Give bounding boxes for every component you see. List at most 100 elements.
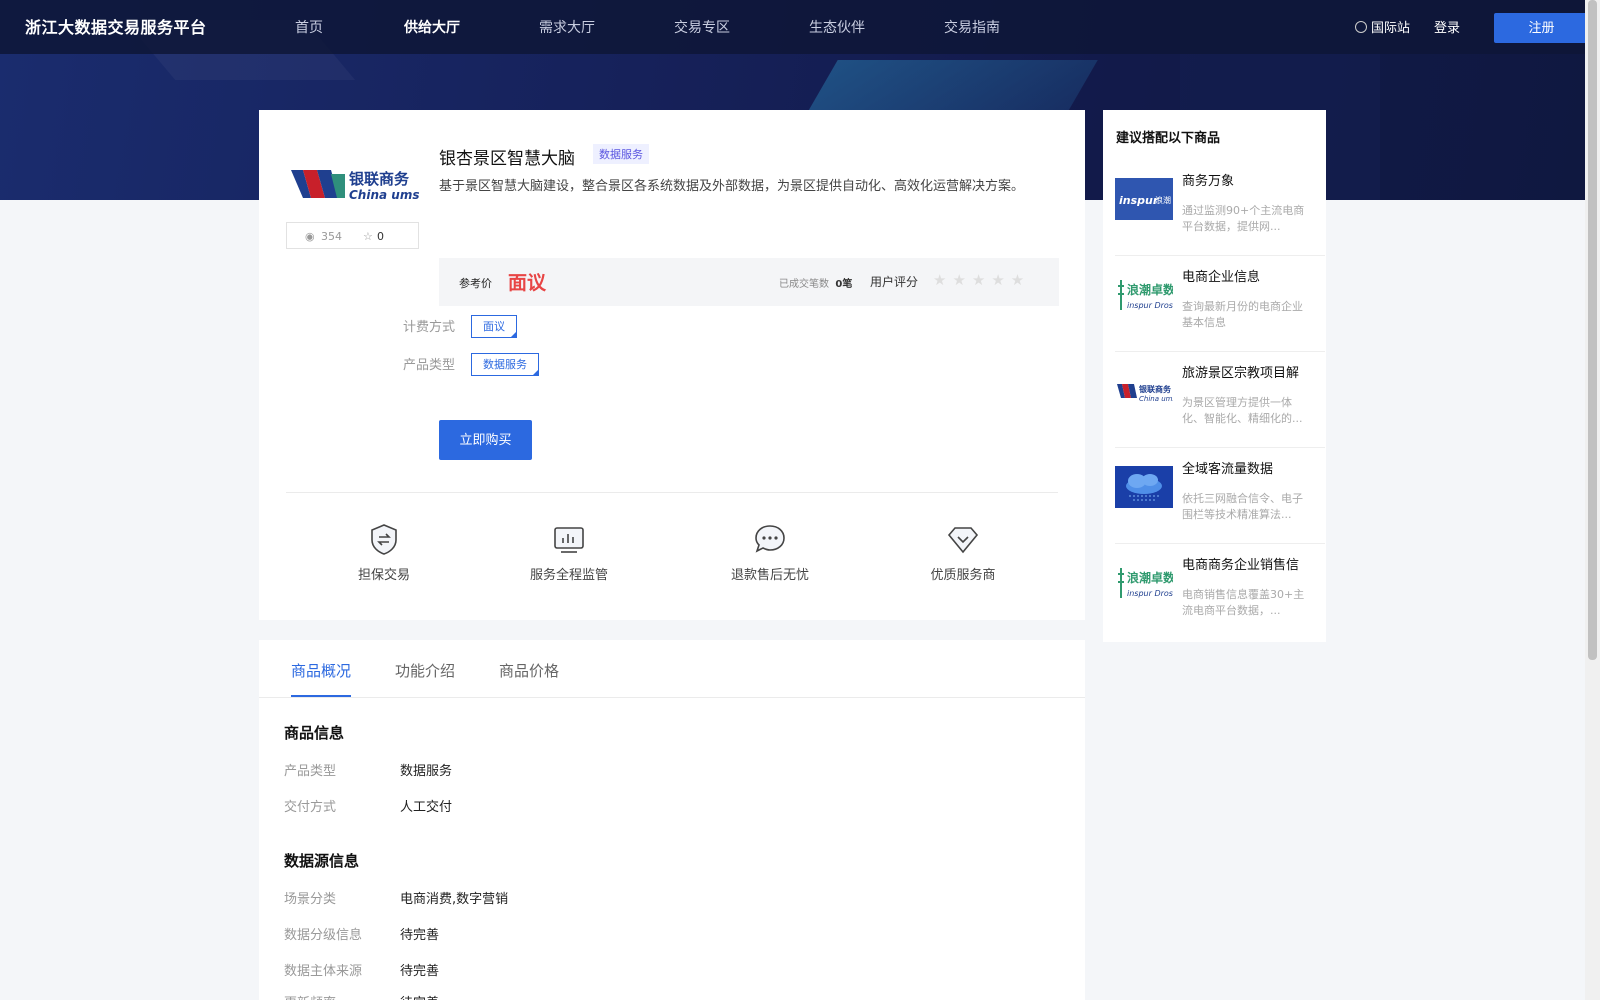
info-label: 场景分类: [284, 892, 337, 907]
logo-subtext: China ums: [349, 188, 419, 202]
recommendation-desc: 通过监测90+个主流电商平台数据，提供网...: [1182, 204, 1305, 233]
price-panel: 参考价 面议 已成交笔数 0笔 用户评分 ★★★★★: [439, 258, 1059, 306]
info-label: 交付方式: [284, 800, 337, 815]
chat-bubble-icon: [753, 522, 787, 556]
chinaums-logo: 银联商务 China ums: [289, 150, 424, 220]
type-label: 产品类型: [403, 358, 456, 373]
register-button[interactable]: 注册: [1494, 13, 1589, 43]
rating-label: 用户评分: [870, 275, 919, 289]
section-data-source: 数据源信息: [284, 852, 360, 870]
svg-text:浪潮卓数: 浪潮卓数: [1127, 570, 1173, 585]
feature-label: 退款售后无忧: [730, 568, 809, 583]
recommendation-item[interactable]: 全域客流量数据 依托三网融合信令、电子围栏等技术精准算法...: [1115, 448, 1325, 544]
svg-text:inspur: inspur: [1119, 194, 1159, 207]
nav-item-partners[interactable]: 生态伙伴: [809, 17, 865, 37]
recommendation-item[interactable]: 银联商务 China ums 旅游景区宗教项目解 为景区管理方提供一体化、智能化、…: [1115, 352, 1325, 448]
info-value: 待完善: [400, 992, 439, 1000]
rating-stars: ★★★★★: [933, 271, 1031, 289]
recommendations-panel: 建议搭配以下商品 inspur 浪潮 商务万象 通过监测90+个主流电商平台数据，…: [1103, 110, 1326, 642]
recommendation-desc: 为景区管理方提供一体化、智能化、精细化的...: [1182, 396, 1303, 425]
recommendation-item[interactable]: inspur 浪潮 商务万象 通过监测90+个主流电商平台数据，提供网...: [1115, 160, 1325, 256]
inspur-droso-logo: 浪潮卓数 inspur Droso: [1115, 562, 1178, 604]
scrollbar-thumb[interactable]: [1588, 0, 1597, 660]
svg-text:China ums: China ums: [1139, 395, 1173, 403]
recommendation-name: 旅游景区宗教项目解: [1182, 366, 1300, 381]
tab-features[interactable]: 功能介绍: [395, 660, 455, 695]
star-outline-icon: ☆: [363, 230, 373, 243]
info-value: 人工交付: [400, 800, 453, 815]
top-nav: 浙江大数据交易服务平台 首页 供给大厅 需求大厅 交易专区 生态伙伴 交易指南 …: [0, 0, 1589, 54]
chinaums-logo: 银联商务 China ums: [1115, 370, 1176, 412]
info-label: 更新频率: [284, 992, 336, 1000]
buy-now-button[interactable]: 立即购买: [439, 420, 532, 460]
info-label: 数据分级信息: [284, 928, 363, 943]
product-stats: ◉ 354 ☆ 0: [286, 222, 419, 249]
recommendations-title: 建议搭配以下商品: [1116, 131, 1221, 146]
info-value: 待完善: [400, 928, 440, 943]
svg-text:inspur Droso: inspur Droso: [1127, 589, 1173, 598]
nav-item-guide[interactable]: 交易指南: [944, 17, 1000, 37]
billing-label: 计费方式: [403, 320, 456, 335]
nav-item-trade-zone[interactable]: 交易专区: [674, 17, 730, 37]
recommendation-desc: 依托三网融合信令、电子围栏等技术精准算法...: [1182, 492, 1303, 521]
svg-text:浪潮: 浪潮: [1155, 195, 1171, 205]
recommendation-name: 电商商务企业销售信: [1182, 558, 1300, 573]
info-value: 电商消费,数字营销: [400, 892, 509, 907]
recommendation-item[interactable]: 浪潮卓数 inspur Droso 电商企业信息 查询最新月份的电商企业基本信息: [1115, 256, 1325, 352]
intl-label: 国际站: [1371, 21, 1411, 36]
feature-label: 担保交易: [357, 568, 410, 583]
nav-item-home[interactable]: 首页: [295, 17, 323, 37]
info-value: 待完善: [400, 964, 440, 979]
feature-escrow: 担保交易: [347, 522, 421, 583]
price-label: 参考价: [459, 277, 492, 290]
product-card: 银联商务 China ums ◉ 354 ☆ 0 银杏景区智慧大脑 数据服务 基…: [259, 110, 1085, 620]
deal-count: 已成交笔数 0笔: [779, 275, 852, 290]
feature-supervision: 服务全程监管: [524, 522, 614, 583]
nav-item-supply[interactable]: 供给大厅: [404, 17, 460, 37]
feature-label: 优质服务商: [930, 568, 996, 583]
tab-divider: [259, 697, 1085, 698]
deals-label: 已成交笔数: [779, 279, 829, 290]
site-logo[interactable]: 浙江大数据交易服务平台: [25, 14, 207, 38]
recommendation-name: 电商企业信息: [1182, 270, 1261, 285]
feature-quality-provider: 优质服务商: [926, 522, 1000, 583]
shield-exchange-icon: [367, 522, 401, 556]
favorite-count: 0: [377, 230, 384, 243]
divider: [286, 492, 1058, 493]
inspur-droso-logo: 浪潮卓数 inspur Droso: [1115, 274, 1178, 316]
tab-pricing[interactable]: 商品价格: [499, 660, 559, 695]
recommendation-item[interactable]: 浪潮卓数 inspur Droso 电商商务企业销售信 电商销售信息覆盖30+主流…: [1115, 544, 1325, 640]
inspur-logo: inspur 浪潮: [1115, 178, 1173, 220]
svg-text:inspur Droso: inspur Droso: [1127, 301, 1173, 310]
info-value: 数据服务: [400, 764, 453, 779]
svg-text:浪潮卓数: 浪潮卓数: [1127, 282, 1173, 297]
page-scrollbar[interactable]: [1585, 0, 1600, 1000]
svg-text:银联商务: 银联商务: [1138, 384, 1172, 394]
logo-text: 银联商务: [349, 170, 410, 188]
intl-site-link[interactable]: 国际站: [1355, 17, 1410, 36]
type-option[interactable]: 数据服务: [471, 353, 539, 376]
recommendation-desc: 查询最新月份的电商企业基本信息: [1182, 300, 1303, 329]
tab-overview[interactable]: 商品概况: [291, 660, 352, 697]
monitor-chart-icon: [552, 522, 586, 556]
billing-option[interactable]: 面议: [471, 315, 517, 338]
product-category-tag: 数据服务: [593, 144, 649, 164]
feature-label: 服务全程监管: [529, 568, 608, 583]
view-count: 354: [321, 230, 342, 243]
recommendation-name: 全域客流量数据: [1182, 462, 1274, 477]
section-product-info: 商品信息: [284, 724, 345, 742]
deals-value: 0笔: [835, 279, 853, 290]
product-title: 银杏景区智慧大脑: [439, 149, 575, 169]
product-details: 商品概况 功能介绍 商品价格 商品信息 产品类型 数据服务 交付方式 人工交付 …: [259, 640, 1085, 1000]
product-description: 基于景区智慧大脑建设，整合景区各系统数据及外部数据，为景区提供自动化、高效化运营…: [439, 179, 1025, 194]
feature-refund: 退款售后无忧: [725, 522, 815, 583]
price-value: 面议: [508, 272, 547, 294]
info-label: 数据主体来源: [284, 964, 363, 979]
recommendation-name: 商务万象: [1182, 174, 1235, 189]
recommendation-desc: 电商销售信息覆盖30+主流电商平台数据，...: [1182, 588, 1305, 617]
globe-icon: [1355, 21, 1367, 33]
nav-item-demand[interactable]: 需求大厅: [539, 17, 595, 37]
eye-icon: ◉: [305, 230, 315, 243]
login-link[interactable]: 登录: [1434, 17, 1460, 36]
diamond-check-icon: [946, 522, 980, 556]
